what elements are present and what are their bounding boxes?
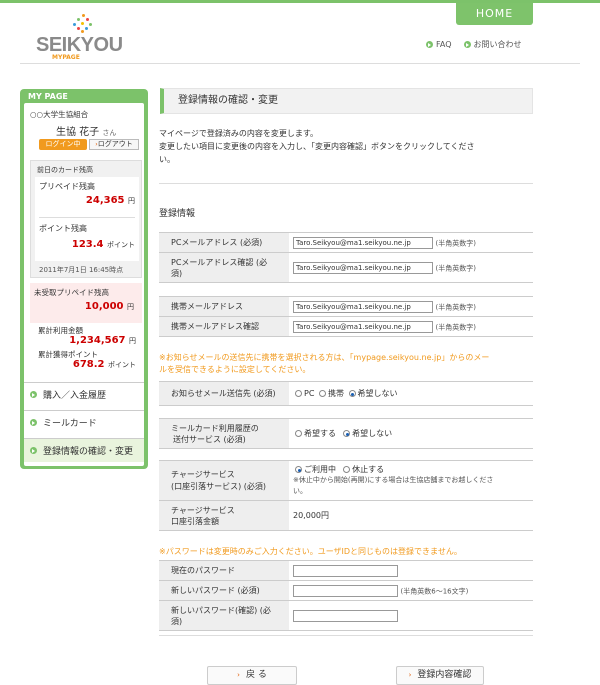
sidebar: MY PAGE ○○大学生協組合 生協 花子 さん ログイン中 ›ログアウト 前… [20,89,148,469]
password-table: 現在のパスワード 新しいパスワード (必須) (半角英数6〜16文字) 新しいパ… [159,560,533,631]
seikyou-logo[interactable]: SEIKYOU MYPAGE [36,14,126,61]
notify-mobile-radio[interactable]: 携帯 [317,389,344,398]
login-status-badge: ログイン中 [39,139,87,150]
prepaid-value: 24,365 円 [85,195,135,206]
pc-mail-confirm-input[interactable]: Taro.Seikyou@ma1.seikyou.ne.jp [293,261,433,274]
charge-amount-label: チャージサービス 口座引落金額 [159,500,289,531]
pw-new-label: 新しいパスワード (必須) [159,580,289,601]
charge-table: チャージサービス (口座引落サービス) (必須) ご利用中 休止する ※休止中から… [159,460,533,531]
total-point-value: 678.2 ポイント [72,359,136,370]
header-divider [20,63,580,64]
logo-sub: MYPAGE [52,54,80,61]
notify-label: お知らせメール送信先 (必須) [159,381,289,406]
sidebar-item-history[interactable]: 購入／入金履歴 [24,382,144,406]
charge-active-radio[interactable]: ご利用中 [293,465,336,474]
pc-mail-input[interactable]: Taro.Seikyou@ma1.seikyou.ne.jp [293,236,433,249]
unreceived-label: 未受取プリペイド残高 [34,288,109,297]
sidebar-item-meal-card[interactable]: ミールカード [24,410,144,434]
mobile-note: ※お知らせメールの送信先に携帯を選択される方は、「mypage.seikyou.… [159,353,490,374]
arrow-circle-icon [30,391,37,398]
faq-link[interactable]: FAQ [426,39,452,50]
home-button[interactable]: HOME [456,3,533,25]
meal-yes-radio[interactable]: 希望する [293,429,336,438]
charge-amount-value: 20,000円 [289,500,533,531]
pw-confirm-input[interactable] [293,609,398,622]
unreceived-panel: 未受取プリペイド残高 10,000 円 [30,283,142,323]
mobile-mail-table: 携帯メールアドレス Taro.Seikyou@ma1.seikyou.ne.jp… [159,296,533,337]
pw-new-input[interactable] [293,584,398,597]
email-table: PCメールアドレス (必須) Taro.Seikyou@ma1.seikyou.… [159,232,533,283]
balance-timestamp: 2011年7月1日 16:45時点 [39,266,124,274]
intro-text: マイページで登録済みの内容を変更します。 変更したい項目に変更後の内容を入力し、… [159,129,475,164]
unreceived-value: 10,000 円 [84,301,134,312]
arrow-circle-icon [30,447,37,454]
total-use-value: 1,234,567 円 [69,335,136,346]
mobile-mail-confirm-input[interactable]: Taro.Seikyou@ma1.seikyou.ne.jp [293,320,433,333]
user-name: 生協 花子 さん [56,127,117,138]
notify-table: お知らせメール送信先 (必須) PC 携帯 希望しない [159,381,533,406]
arrow-circle-icon [426,41,433,48]
prepaid-label: プリペイド残高 [39,182,95,191]
notify-none-radio[interactable]: 希望しない [347,389,398,398]
confirm-button[interactable]: › 登録内容確認 [396,666,484,685]
arrow-circle-icon [30,419,37,426]
page-title: 登録情報の確認・変更 [160,88,533,114]
meal-table: ミールカード利用履歴の 送付サービス (必須) 希望する 希望しない [159,418,533,449]
mobile-mail-confirm-label: 携帯メールアドレス確認 [159,316,289,337]
meal-no-radio[interactable]: 希望しない [341,429,392,438]
back-button[interactable]: › 戻 る [207,666,297,685]
contact-link[interactable]: お問い合わせ [463,39,522,50]
card-balance-panel: 前日のカード残高 プリペイド残高 24,365 円 ポイント残高 123.4 ポ… [30,160,142,278]
pc-mail-confirm-label: PCメールアドレス確認 (必 須) [159,252,289,283]
logo-dots-icon [72,14,94,34]
card-title: 前日のカード残高 [37,166,93,174]
mobile-mail-input[interactable]: Taro.Seikyou@ma1.seikyou.ne.jp [293,300,433,313]
sidebar-box: ○○大学生協組合 生協 花子 さん ログイン中 ›ログアウト 前日のカード残高 … [24,103,144,466]
logout-button[interactable]: ›ログアウト [89,139,139,150]
pw-current-input[interactable] [293,564,398,577]
password-note: ※パスワードは変更時のみご入力ください。ユーザIDと同じものは登録できません。 [159,547,462,556]
pw-current-label: 現在のパスワード [159,560,289,581]
top-links: FAQ お問い合わせ [426,39,522,50]
point-value: 123.4 ポイント [71,239,135,250]
pc-mail-label: PCメールアドレス (必須) [159,232,289,253]
point-label: ポイント残高 [39,224,87,233]
notify-pc-radio[interactable]: PC [293,389,314,398]
mobile-mail-label: 携帯メールアドレス [159,296,289,317]
sidebar-title: MY PAGE [28,92,68,101]
section-title: 登録情報 [159,209,196,219]
charge-note: ※休止中から開始(再開)にする場合は生協店舗までお越しくださ い。 [293,476,494,495]
org-name: ○○大学生協組合 [30,110,89,119]
sidebar-item-registration[interactable]: 登録情報の確認・変更 [24,438,144,462]
meal-label: ミールカード利用履歴の 送付サービス (必須) [159,418,289,449]
charge-pause-radio[interactable]: 休止する [341,465,384,474]
arrow-circle-icon [463,41,471,48]
pw-confirm-label: 新しいパスワード(確認) (必 須) [159,600,289,631]
charge-label: チャージサービス (口座引落サービス) (必須) [159,460,289,501]
